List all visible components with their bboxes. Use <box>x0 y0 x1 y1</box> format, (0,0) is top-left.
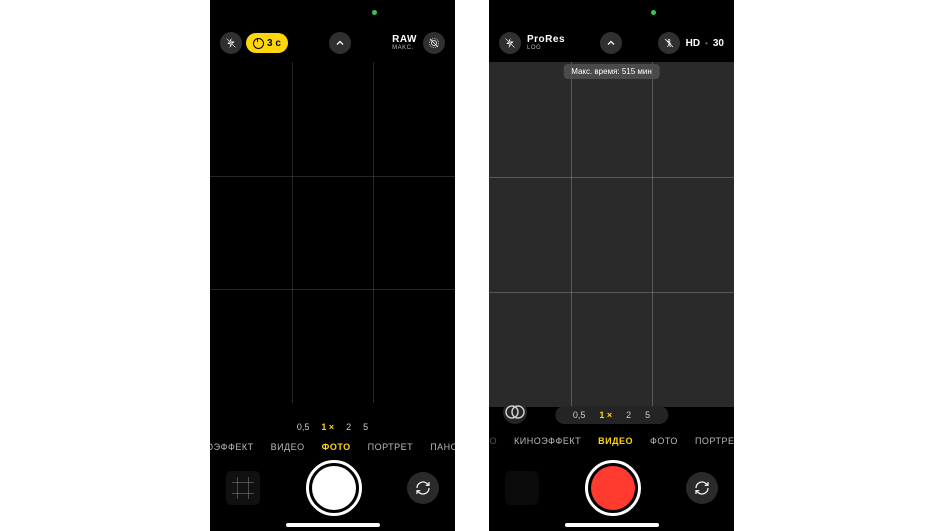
shutter-button[interactable] <box>306 460 362 516</box>
timer-badge[interactable]: 3 с <box>246 33 288 53</box>
raw-toggle[interactable]: RAW MAKC. <box>392 35 417 51</box>
timer-icon <box>253 38 264 49</box>
filters-button[interactable] <box>503 400 527 424</box>
resolution-fps-selector[interactable]: HD • 30 <box>686 38 724 49</box>
zoom-level[interactable]: 1 × <box>599 410 612 420</box>
grid-line <box>292 62 293 403</box>
bottom-controls <box>210 457 455 519</box>
camera-video-screen: ProRes LOG HD • 30 Макс. время: 515 мин <box>489 0 734 531</box>
mode-item[interactable]: ПАНОРАМ <box>430 442 455 452</box>
zoom-level[interactable]: 5 <box>645 410 650 420</box>
action-mode-button[interactable] <box>658 32 680 54</box>
mode-item[interactable]: ПОРТРЕТ <box>695 436 734 446</box>
expand-controls-button[interactable] <box>329 32 351 54</box>
camera-photo-screen: 3 с RAW MAKC. 0,5 1 × 2 5 КИНОЭФФЕКТ ВИ <box>210 0 455 531</box>
zoom-level[interactable]: 0,5 <box>573 410 586 420</box>
mode-item[interactable]: ВИДЕО <box>598 436 633 446</box>
mode-item[interactable]: КИНОЭФФЕКТ <box>210 442 254 452</box>
zoom-selector[interactable]: 0,5 1 × 2 5 <box>297 422 368 432</box>
raw-subtitle: MAKC. <box>392 45 414 51</box>
max-record-time-badge: Макс. время: 515 мин <box>563 64 660 79</box>
home-indicator[interactable] <box>286 523 380 527</box>
mode-item[interactable]: КИНОЭФФЕКТ <box>514 436 581 446</box>
zoom-level[interactable]: 0,5 <box>297 422 310 432</box>
mode-item[interactable]: ФОТО <box>322 442 351 452</box>
record-button[interactable] <box>585 460 641 516</box>
prores-subtitle: LOG <box>527 45 541 51</box>
mode-selector[interactable]: КИНОЭФФЕКТ ВИДЕО ФОТО ПОРТРЕТ ПАНОРАМ <box>210 437 455 457</box>
viewfinder[interactable] <box>210 62 455 403</box>
top-controls: ProRes LOG HD • 30 <box>489 30 734 56</box>
grid-line <box>489 177 734 178</box>
viewfinder[interactable]: Макс. время: 515 мин <box>489 62 734 407</box>
grid-line <box>210 289 455 290</box>
timer-label: 3 с <box>267 38 281 49</box>
grid-line <box>373 62 374 403</box>
expand-controls-button[interactable] <box>600 32 622 54</box>
fps-label[interactable]: 30 <box>713 38 724 49</box>
grid-line <box>571 62 572 407</box>
flash-off-button[interactable] <box>220 32 242 54</box>
last-photo-thumbnail[interactable] <box>505 471 539 505</box>
zoom-selector[interactable]: 0,5 1 × 2 5 <box>555 406 668 424</box>
home-indicator[interactable] <box>565 523 659 527</box>
top-controls: 3 с RAW MAKC. <box>210 30 455 56</box>
zoom-level[interactable]: 5 <box>363 422 368 432</box>
last-photo-thumbnail[interactable] <box>226 471 260 505</box>
mode-selector[interactable]: НО КИНОЭФФЕКТ ВИДЕО ФОТО ПОРТРЕТ <box>489 431 734 451</box>
prores-title: ProRes <box>527 35 565 45</box>
mode-item[interactable]: ВИДЕО <box>271 442 305 452</box>
mode-item[interactable]: ПОРТРЕТ <box>368 442 414 452</box>
raw-title: RAW <box>392 35 417 45</box>
flash-off-button[interactable] <box>499 32 521 54</box>
zoom-level[interactable]: 2 <box>626 410 631 420</box>
bottom-controls <box>489 457 734 519</box>
flip-camera-button[interactable] <box>686 472 718 504</box>
live-photo-off-button[interactable] <box>423 32 445 54</box>
zoom-level[interactable]: 1 × <box>321 422 334 432</box>
camera-active-indicator <box>651 10 656 15</box>
mode-item[interactable]: НО <box>489 436 497 446</box>
resolution-label[interactable]: HD <box>686 38 700 49</box>
grid-line <box>210 176 455 177</box>
zoom-level[interactable]: 2 <box>346 422 351 432</box>
mode-item[interactable]: ФОТО <box>650 436 678 446</box>
grid-line <box>652 62 653 407</box>
grid-line <box>489 292 734 293</box>
prores-toggle[interactable]: ProRes LOG <box>527 35 565 51</box>
camera-active-indicator <box>372 10 377 15</box>
flip-camera-button[interactable] <box>407 472 439 504</box>
separator: • <box>705 39 708 48</box>
